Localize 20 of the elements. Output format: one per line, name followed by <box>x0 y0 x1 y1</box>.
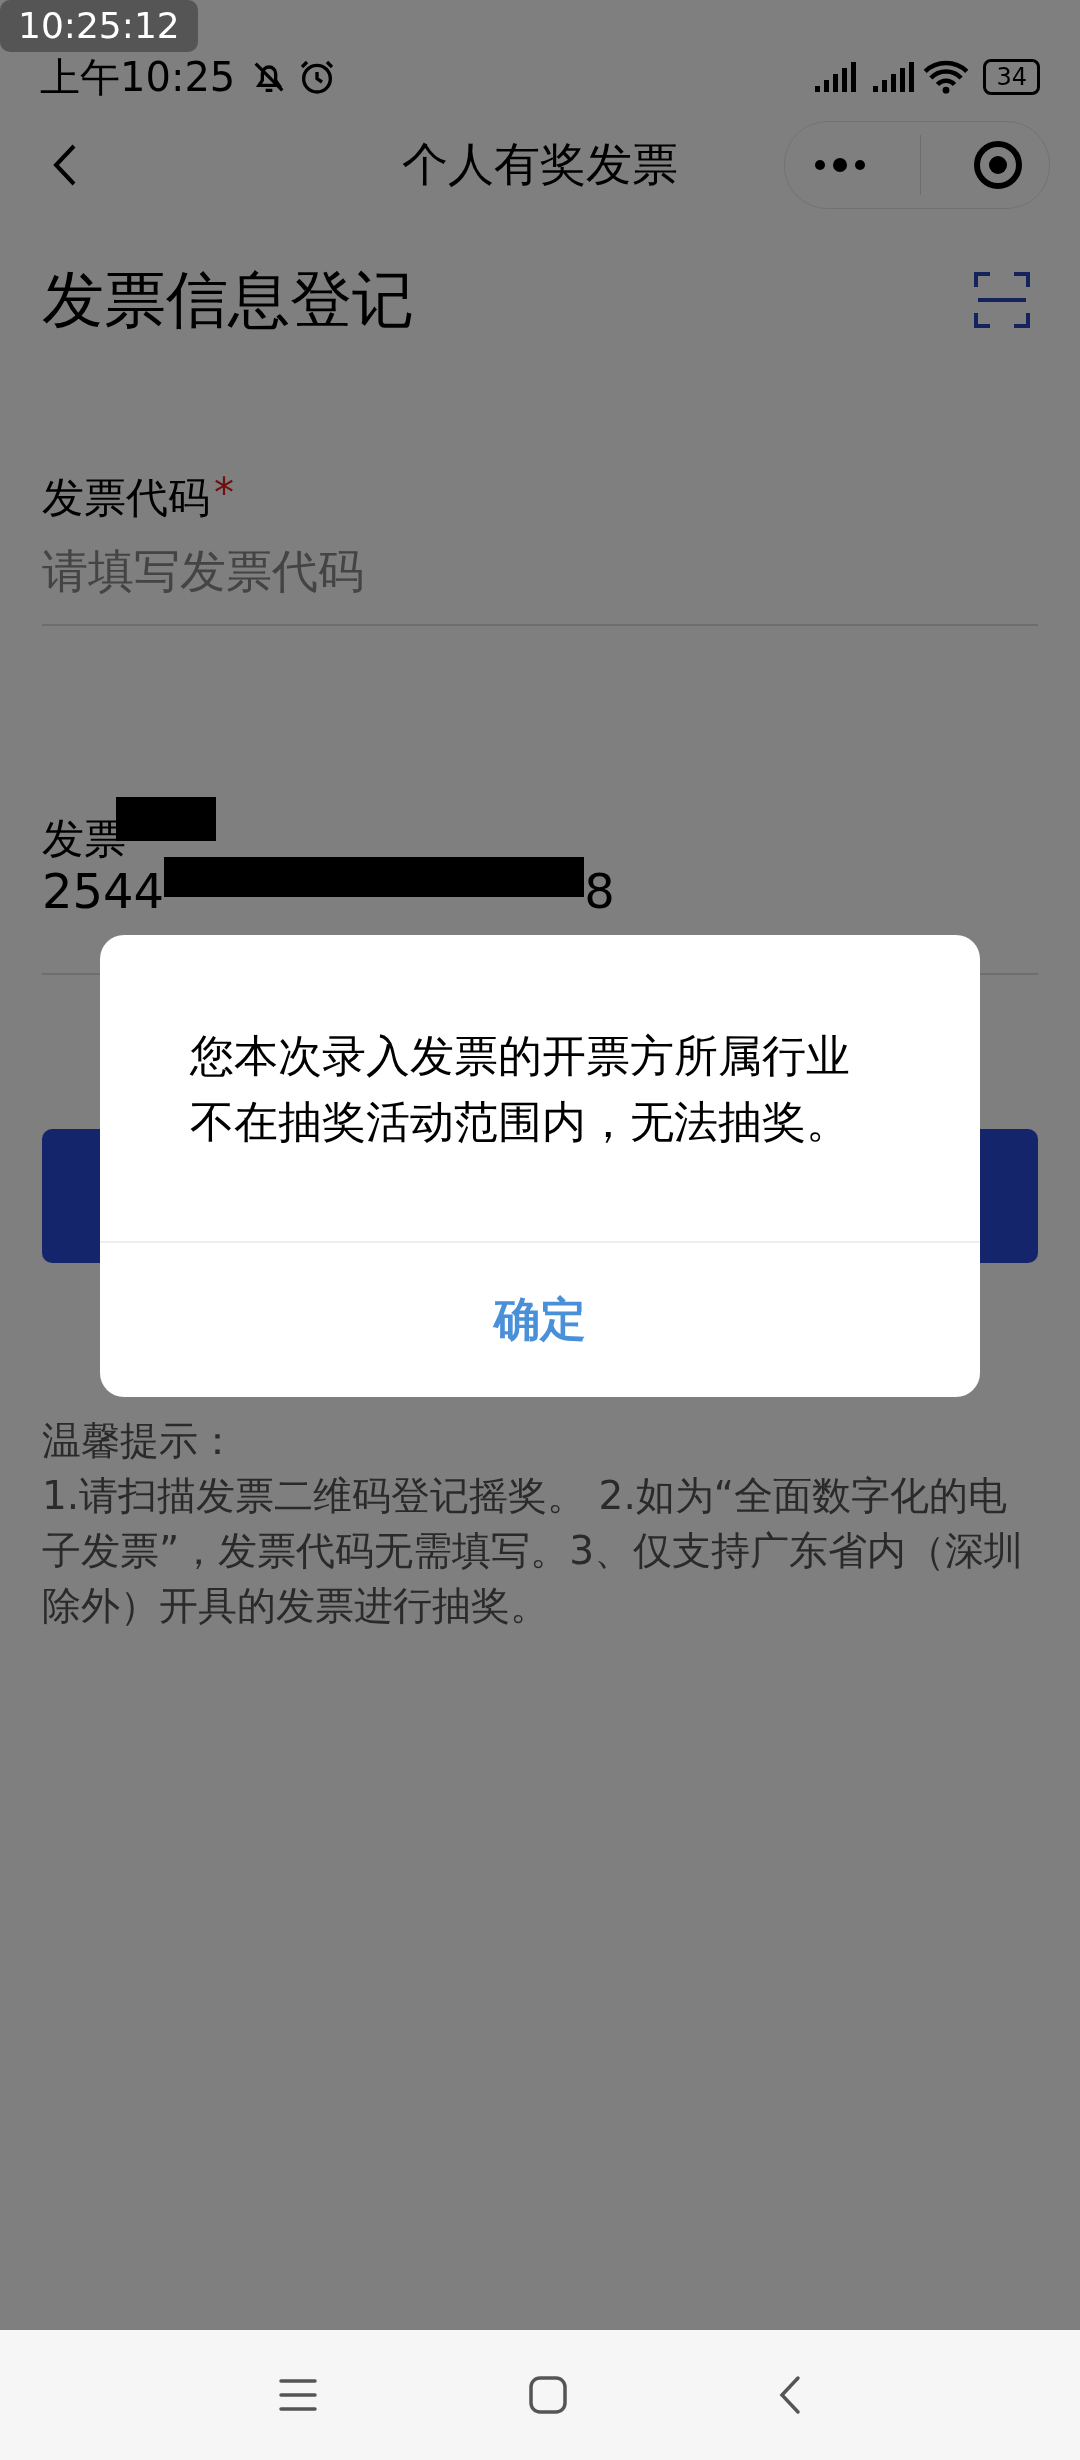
section-heading: 发票信息登记 <box>42 262 414 338</box>
status-time: 上午10:25 <box>40 52 236 102</box>
dialog-message: 您本次录入发票的开票方所属行业不在抽奖活动范围内，无法抽奖。 <box>100 935 980 1243</box>
confirm-button[interactable]: 确定 <box>100 1243 980 1397</box>
field-label: 发票代码 <box>42 472 210 524</box>
scan-icon[interactable] <box>974 271 1030 329</box>
menu-icon[interactable] <box>278 2377 318 2413</box>
required-mark: * <box>214 470 234 516</box>
tips-title: 温馨提示： <box>42 1417 238 1465</box>
input-field[interactable]: 请填写发票代码 <box>42 534 1038 624</box>
battery-indicator: 34 <box>983 59 1040 95</box>
field-value: 2544 <box>42 863 165 919</box>
back-icon[interactable] <box>778 2375 802 2415</box>
tips-text: 1.请扫描发票二维码登记摇奖。 2.如为“全面数字化的电子发票”，发票代码无需填写。3、仅支持广东省内（深圳除外）开具的发票进行抽奖。 <box>42 1472 1025 1630</box>
recorder-timer: 10:25:12 <box>0 0 198 52</box>
wifi-icon <box>923 60 970 94</box>
field-value: 8 <box>584 863 615 919</box>
close-target-icon[interactable] <box>971 139 1024 191</box>
page-title: 个人有奖发票 <box>401 136 679 193</box>
home-icon[interactable] <box>528 2375 568 2415</box>
